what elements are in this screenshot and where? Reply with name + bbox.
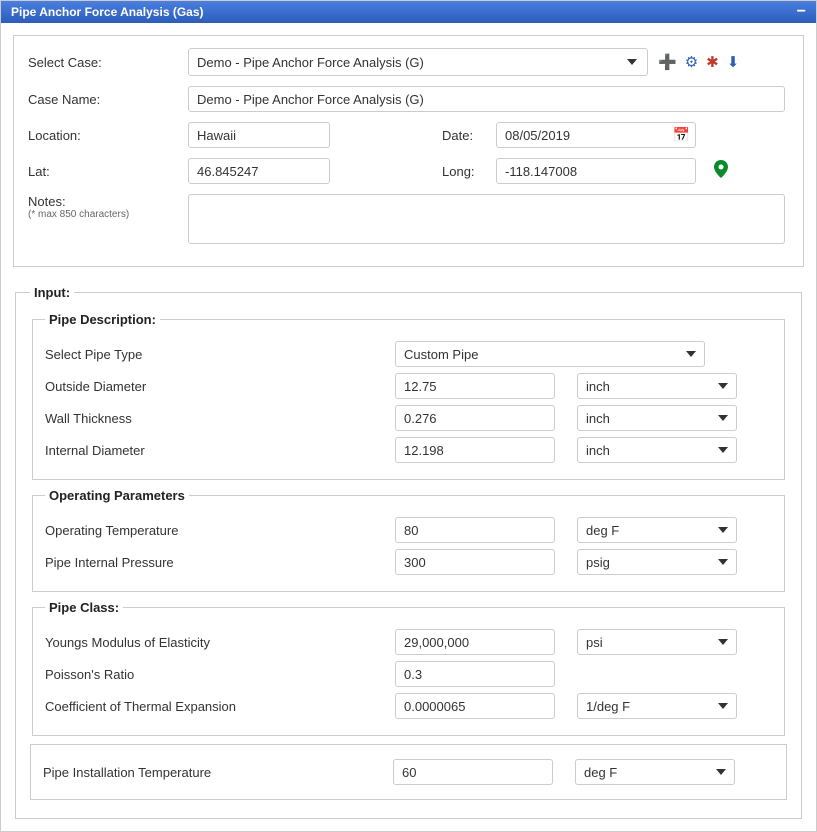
lat-input[interactable] <box>188 158 330 184</box>
label-cte: Coefficient of Thermal Expansion <box>45 699 395 714</box>
cte-input[interactable] <box>395 693 555 719</box>
label-op-temp: Operating Temperature <box>45 523 395 538</box>
wt-unit-select[interactable]: inch <box>577 405 737 431</box>
op-press-unit-select[interactable]: psig <box>577 549 737 575</box>
row-poisson: Poisson's Ratio <box>45 661 772 687</box>
label-youngs: Youngs Modulus of Elasticity <box>45 635 395 650</box>
operating-parameters-fieldset: Operating Parameters Operating Temperatu… <box>32 488 785 592</box>
row-cte: Coefficient of Thermal Expansion 1/deg F <box>45 693 772 719</box>
od-input[interactable] <box>395 373 555 399</box>
op-press-input[interactable] <box>395 549 555 575</box>
pipe-class-legend: Pipe Class: <box>45 600 123 615</box>
titlebar: Pipe Anchor Force Analysis (Gas) − <box>1 1 816 23</box>
label-long: Long: <box>442 164 496 179</box>
row-install-temp: Pipe Installation Temperature deg F <box>43 759 774 785</box>
poisson-input[interactable] <box>395 661 555 687</box>
input-legend: Input: <box>30 285 74 300</box>
notes-textarea[interactable] <box>188 194 785 244</box>
id-unit-select[interactable]: inch <box>577 437 737 463</box>
minimize-button[interactable]: − <box>797 7 806 17</box>
row-pipe-type: Select Pipe Type Custom Pipe <box>45 341 772 367</box>
location-input[interactable] <box>188 122 330 148</box>
app-window: Pipe Anchor Force Analysis (Gas) − Selec… <box>0 0 817 832</box>
id-input[interactable] <box>395 437 555 463</box>
row-op-temp: Operating Temperature deg F <box>45 517 772 543</box>
row-wall-thickness: Wall Thickness inch <box>45 405 772 431</box>
case-name-input[interactable] <box>188 86 785 112</box>
long-input[interactable] <box>496 158 696 184</box>
op-temp-unit-select[interactable]: deg F <box>577 517 737 543</box>
op-temp-input[interactable] <box>395 517 555 543</box>
add-icon[interactable]: ➕ <box>658 53 677 71</box>
operating-parameters-legend: Operating Parameters <box>45 488 189 503</box>
gear-icon[interactable]: ⚙ <box>685 53 698 71</box>
row-op-press: Pipe Internal Pressure psig <box>45 549 772 575</box>
label-location: Location: <box>28 128 188 143</box>
row-youngs: Youngs Modulus of Elasticity psi <box>45 629 772 655</box>
row-notes: Notes: (* max 850 characters) <box>28 194 789 244</box>
cte-unit-select[interactable]: 1/deg F <box>577 693 737 719</box>
content-area: Select Case: Demo - Pipe Anchor Force An… <box>1 23 816 831</box>
row-location-date: Location: Date: 📅 <box>28 122 789 148</box>
select-case-dropdown[interactable]: Demo - Pipe Anchor Force Analysis (G) <box>188 48 648 76</box>
pipe-description-fieldset: Pipe Description: Select Pipe Type Custo… <box>32 312 785 480</box>
label-op-press: Pipe Internal Pressure <box>45 555 395 570</box>
label-lat: Lat: <box>28 164 188 179</box>
label-id: Internal Diameter <box>45 443 395 458</box>
calendar-icon[interactable]: 📅 <box>673 127 690 144</box>
date-input[interactable] <box>496 122 696 148</box>
row-case-name: Case Name: <box>28 86 789 112</box>
input-fieldset: Input: Pipe Description: Select Pipe Typ… <box>15 285 802 819</box>
pipe-class-fieldset: Pipe Class: Youngs Modulus of Elasticity… <box>32 600 785 736</box>
install-temp-unit-select[interactable]: deg F <box>575 759 735 785</box>
label-wt: Wall Thickness <box>45 411 395 426</box>
notes-hint: (* max 850 characters) <box>28 209 188 220</box>
label-notes: Notes: (* max 850 characters) <box>28 194 188 220</box>
download-icon[interactable]: ⬇ <box>727 53 740 71</box>
label-install-temp: Pipe Installation Temperature <box>43 765 393 780</box>
share-icon[interactable]: ✱ <box>706 53 719 71</box>
label-date: Date: <box>442 128 496 143</box>
label-pipe-type: Select Pipe Type <box>45 347 395 362</box>
row-outside-diameter: Outside Diameter inch <box>45 373 772 399</box>
wt-input[interactable] <box>395 405 555 431</box>
youngs-unit-select[interactable]: psi <box>577 629 737 655</box>
row-lat-long: Lat: Long: <box>28 158 789 184</box>
window-title: Pipe Anchor Force Analysis (Gas) <box>11 5 204 19</box>
label-select-case: Select Case: <box>28 55 188 70</box>
label-case-name: Case Name: <box>28 92 188 107</box>
install-temp-input[interactable] <box>393 759 553 785</box>
pipe-type-select[interactable]: Custom Pipe <box>395 341 705 367</box>
row-select-case: Select Case: Demo - Pipe Anchor Force An… <box>28 48 789 76</box>
pipe-description-legend: Pipe Description: <box>45 312 160 327</box>
map-pin-icon[interactable] <box>714 160 728 183</box>
row-internal-diameter: Internal Diameter inch <box>45 437 772 463</box>
youngs-input[interactable] <box>395 629 555 655</box>
install-temp-box: Pipe Installation Temperature deg F <box>30 744 787 800</box>
label-od: Outside Diameter <box>45 379 395 394</box>
case-panel: Select Case: Demo - Pipe Anchor Force An… <box>13 35 804 267</box>
label-poisson: Poisson's Ratio <box>45 667 395 682</box>
od-unit-select[interactable]: inch <box>577 373 737 399</box>
case-actions: ➕ ⚙ ✱ ⬇ <box>658 53 739 71</box>
